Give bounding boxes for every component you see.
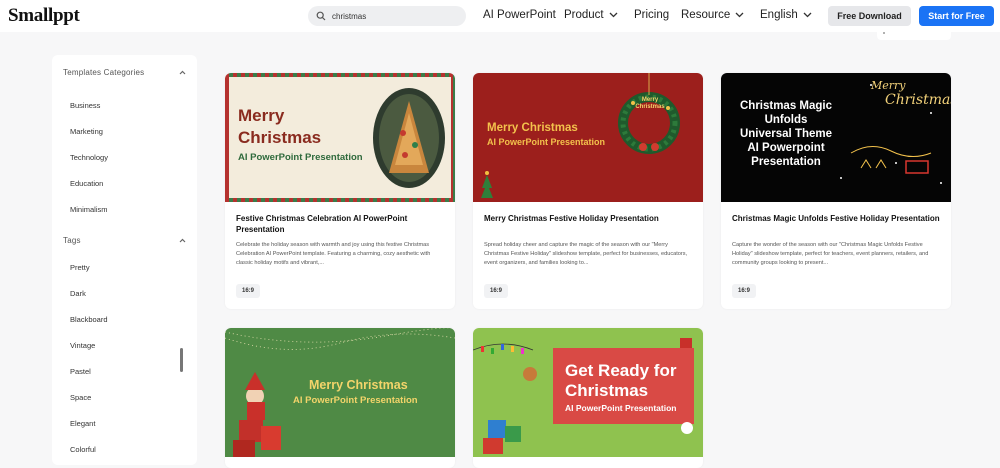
aspect-ratio-badge: 16:9 (484, 284, 508, 298)
template-card[interactable]: Get Ready for Christmas AI PowerPoint Pr… (473, 328, 703, 468)
thumb-subtitle: AI PowerPoint Presentation (293, 395, 418, 406)
chevron-down-icon (735, 12, 744, 18)
template-card[interactable]: Christmas Magic Unfolds Universal Theme … (721, 73, 951, 309)
sort-dropdown[interactable] (877, 26, 951, 40)
thumb-subtitle: AI PowerPoint Presentation (487, 137, 606, 147)
nav-product[interactable]: Product (564, 9, 618, 21)
card-title[interactable]: Christmas Magic Unfolds Festive Holiday … (732, 213, 942, 224)
thumb-script: Christmas (885, 92, 951, 108)
tags-heading[interactable]: Tags (63, 236, 81, 245)
category-education[interactable]: Education (70, 179, 103, 188)
sidebar-scrollbar[interactable] (180, 348, 183, 372)
nav-ai-powerpoint[interactable]: AI PowerPoint (483, 9, 556, 21)
aspect-ratio-badge: 16:9 (236, 284, 260, 298)
category-technology[interactable]: Technology (70, 153, 108, 162)
template-thumbnail[interactable]: Merry Christmas AI PowerPoint Presentati… (225, 328, 455, 457)
thumb-subtitle: AI PowerPoint Presentation (565, 403, 677, 413)
thumb-title: Unfolds (764, 114, 808, 126)
card-description: Spread holiday cheer and capture the mag… (484, 242, 688, 266)
tag-pretty[interactable]: Pretty (70, 263, 90, 272)
template-card[interactable]: Merry Christmas AI PowerPoint Presentati… (225, 328, 455, 468)
aspect-ratio-badge: 16:9 (732, 284, 756, 298)
thumb-title: Christmas (238, 128, 322, 147)
card-title[interactable]: Festive Christmas Celebration AI PowerPo… (236, 213, 446, 235)
tag-colorful[interactable]: Colorful (70, 445, 96, 454)
sort-icon (883, 32, 885, 34)
nav-label: English (760, 9, 798, 21)
thumb-title: AI Powerpoint (747, 142, 825, 154)
free-download-button[interactable]: Free Download (828, 6, 911, 26)
start-for-free-button[interactable]: Start for Free (919, 6, 994, 26)
category-minimalism[interactable]: Minimalism (70, 205, 108, 214)
template-card[interactable]: Merry Christmas AI PowerPoint Presentati… (225, 73, 455, 309)
chevron-down-icon (609, 12, 618, 18)
thumb-title: Presentation (751, 156, 821, 168)
nav-label: Product (564, 9, 604, 21)
filter-sidebar: Templates Categories Business Marketing … (52, 55, 197, 465)
search-icon (316, 11, 326, 21)
thumb-title: Universal Theme (739, 128, 833, 140)
thumb-title: Christmas Magic (739, 100, 833, 112)
categories-heading[interactable]: Templates Categories (63, 68, 144, 77)
template-thumbnail[interactable]: Merry Christmas AI PowerPoint Presentati… (225, 73, 455, 202)
tag-pastel[interactable]: Pastel (70, 367, 91, 376)
template-thumbnail[interactable]: Get Ready for Christmas AI PowerPoint Pr… (473, 328, 703, 457)
template-card[interactable]: Merry Christmas Merry Christmas AI Power… (473, 73, 703, 309)
top-navbar: Smallppt christmas AI PowerPoint Product… (0, 0, 1000, 32)
nav-label: Pricing (634, 9, 670, 21)
chevron-up-icon[interactable] (179, 70, 186, 75)
card-title[interactable]: Merry Christmas Festive Holiday Presenta… (484, 213, 694, 224)
template-thumbnail[interactable]: Christmas Magic Unfolds Universal Theme … (721, 73, 951, 202)
search-input[interactable]: christmas (308, 6, 466, 26)
thumb-title: Merry (238, 106, 285, 125)
chevron-up-icon[interactable] (179, 238, 186, 243)
thumb-subtitle: AI PowerPoint Presentation (238, 152, 363, 163)
thumb-title: Merry Christmas (487, 122, 578, 134)
wreath-label: Merry Christmas (635, 97, 665, 110)
tag-space[interactable]: Space (70, 393, 91, 402)
card-description: Celebrate the holiday season with warmth… (236, 242, 431, 266)
category-business[interactable]: Business (70, 101, 100, 110)
category-marketing[interactable]: Marketing (70, 127, 103, 136)
tag-dark[interactable]: Dark (70, 289, 86, 298)
nav-language[interactable]: English (760, 9, 812, 21)
card-description: Capture the wonder of the season with ou… (732, 242, 929, 266)
nav-label: Resource (681, 9, 731, 21)
tag-blackboard[interactable]: Blackboard (70, 315, 108, 324)
template-thumbnail[interactable]: Merry Christmas Merry Christmas AI Power… (473, 73, 703, 202)
thumb-title: Christmas (565, 381, 649, 400)
thumb-script: Merry (871, 79, 906, 92)
nav-resource[interactable]: Resource (681, 9, 744, 21)
nav-label: AI PowerPoint (483, 9, 556, 21)
tag-elegant[interactable]: Elegant (70, 419, 95, 428)
tag-vintage[interactable]: Vintage (70, 341, 95, 350)
logo[interactable]: Smallppt (8, 5, 80, 27)
nav-pricing[interactable]: Pricing (634, 9, 669, 21)
thumb-title: Get Ready for (565, 361, 677, 380)
chevron-down-icon (803, 12, 812, 18)
thumb-title: Merry Christmas (309, 378, 408, 392)
search-value: christmas (332, 11, 367, 21)
